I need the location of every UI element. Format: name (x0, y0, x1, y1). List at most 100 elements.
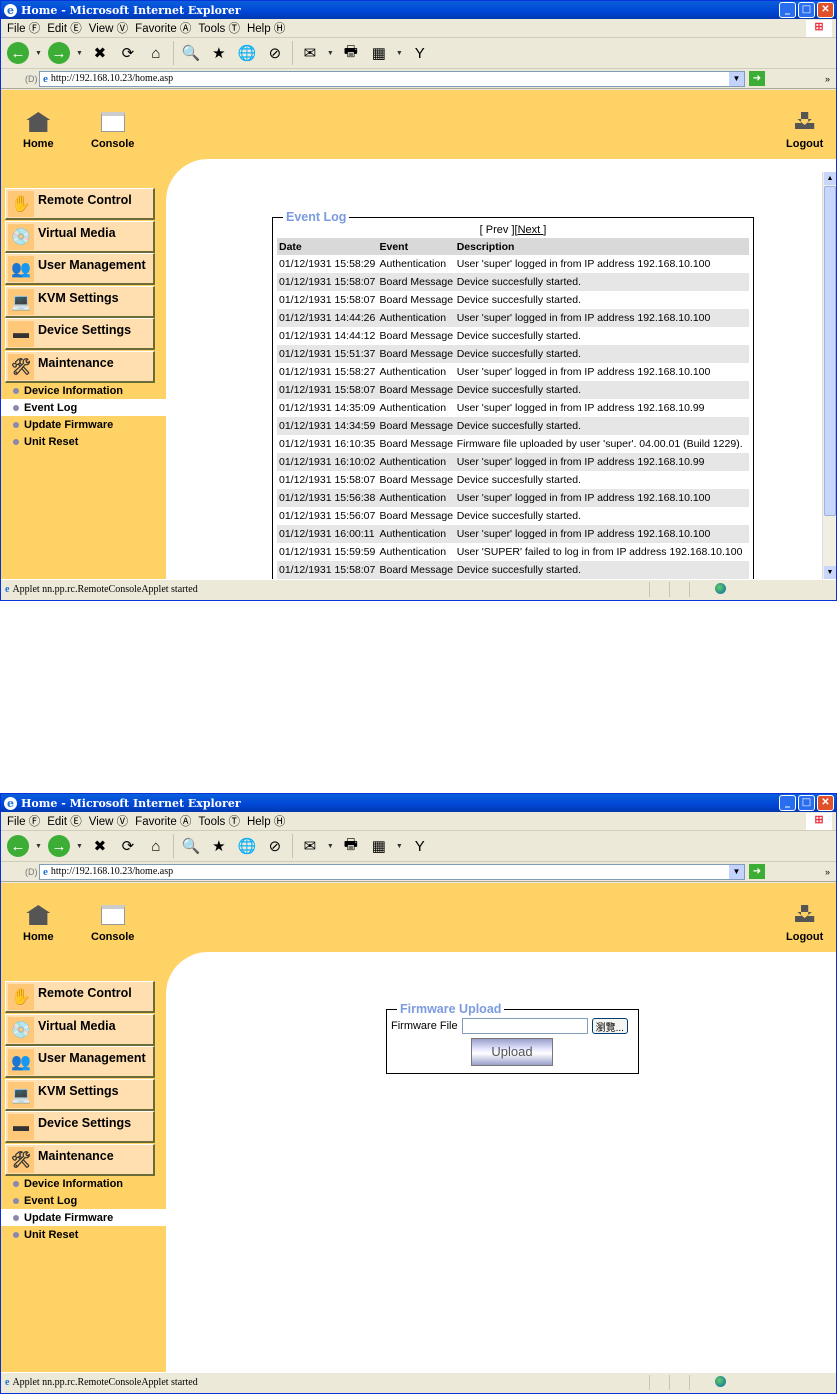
sidebar-section-button[interactable]: 💿 Virtual Media (5, 220, 155, 253)
toolbar-chevron-icon[interactable]: » (825, 867, 830, 877)
console-link[interactable]: Console (91, 112, 134, 150)
sidebar-section-button[interactable]: ▬ Device Settings (5, 1111, 155, 1144)
dropdown-arrow-icon[interactable]: ▼ (327, 50, 334, 57)
browse-button[interactable]: 瀏覽... (591, 1018, 628, 1034)
sidebar-section-button[interactable]: 🛠 Maintenance (5, 1144, 155, 1176)
home-link[interactable]: Home (23, 905, 54, 943)
search-icon[interactable]: 🔍 (180, 42, 202, 64)
print-icon[interactable]: 🖶 (340, 835, 362, 857)
search-icon[interactable]: 🔍 (180, 835, 202, 857)
sidebar-section-button[interactable]: 🛠 Maintenance (5, 351, 155, 383)
table-row: 01/12/1931 16:10:35 Board Message Firmware… (277, 435, 749, 453)
next-link[interactable]: Next (518, 224, 544, 236)
sidebar-section-button[interactable]: ✋ Remote Control (5, 981, 155, 1013)
back-icon[interactable]: ← (7, 835, 29, 857)
minimize-button[interactable]: _ (779, 795, 796, 811)
menu-item[interactable]: Help Ⓗ (247, 20, 285, 36)
home-icon[interactable]: ⌂ (145, 835, 167, 857)
scroll-up-button[interactable]: ▲ (824, 172, 836, 185)
dropdown-arrow-icon[interactable]: ▼ (76, 50, 83, 57)
vertical-scrollbar[interactable]: ▲ ▼ (822, 172, 836, 579)
sidebar-subitem[interactable]: Event Log (1, 399, 166, 416)
sidebar-section-button[interactable]: ▬ Device Settings (5, 318, 155, 351)
console-link[interactable]: Console (91, 905, 134, 943)
console-icon (100, 905, 125, 925)
dropdown-arrow-icon[interactable]: ▼ (396, 843, 403, 850)
sidebar-section-button[interactable]: 💻 KVM Settings (5, 285, 155, 318)
logout-link[interactable]: Logout (786, 905, 823, 943)
sidebar-section-button[interactable]: ✋ Remote Control (5, 188, 155, 220)
sidebar-subitem[interactable]: Device Information (1, 1175, 166, 1192)
menu-item[interactable]: View Ⓥ (89, 20, 128, 36)
window-title: Home - Microsoft Internet Explorer (21, 796, 241, 810)
sidebar-subitem[interactable]: Unit Reset (1, 1226, 166, 1243)
menu-item[interactable]: Favorite Ⓐ (135, 20, 191, 36)
stop-icon[interactable]: ✖ (89, 42, 111, 64)
edit-icon[interactable]: ▦ (368, 42, 390, 64)
scroll-down-button[interactable]: ▼ (824, 566, 836, 579)
refresh-icon[interactable]: ⟳ (117, 835, 139, 857)
menu-item[interactable]: File Ⓕ (7, 813, 40, 829)
menu-item[interactable]: Help Ⓗ (247, 813, 285, 829)
sidebar-section-button[interactable]: 💿 Virtual Media (5, 1013, 155, 1046)
address-dropdown-button[interactable]: ▼ (729, 864, 744, 879)
column-header: Date (277, 238, 378, 255)
messenger-icon[interactable]: Y (409, 835, 431, 857)
sidebar-section-button[interactable]: 💻 KVM Settings (5, 1078, 155, 1111)
mail-icon[interactable]: ✉ (299, 835, 321, 857)
print-icon[interactable]: 🖶 (340, 42, 362, 64)
address-dropdown-button[interactable]: ▼ (729, 71, 744, 86)
favorites-icon[interactable]: ★ (208, 42, 230, 64)
menu-item[interactable]: Edit Ⓔ (47, 20, 82, 36)
minimize-button[interactable]: _ (779, 2, 796, 18)
menu-item[interactable]: Favorite Ⓐ (135, 813, 191, 829)
messenger-icon[interactable]: Y (409, 42, 431, 64)
home-link[interactable]: Home (23, 112, 54, 150)
firmware-file-input[interactable] (461, 1018, 588, 1034)
dropdown-arrow-icon[interactable]: ▼ (35, 843, 42, 850)
forward-icon[interactable]: → (47, 42, 70, 64)
edit-icon[interactable]: ▦ (368, 835, 390, 857)
refresh-icon[interactable]: ⟳ (117, 42, 139, 64)
maximize-button[interactable]: □ (798, 795, 815, 811)
home-icon[interactable]: ⌂ (145, 42, 167, 64)
scroll-thumb[interactable] (824, 186, 836, 516)
stop-icon[interactable]: ✖ (89, 835, 111, 857)
menu-item[interactable]: File Ⓕ (7, 20, 40, 36)
toolbar-chevron-icon[interactable]: » (825, 74, 830, 84)
sidebar-subitem[interactable]: Unit Reset (1, 433, 166, 450)
menu-item[interactable]: Edit Ⓔ (47, 813, 82, 829)
media-icon[interactable]: 🌐 (236, 835, 258, 857)
menu-item[interactable]: Tools Ⓣ (198, 813, 240, 829)
address-input[interactable]: e http://192.168.10.23/home.asp ▼ (39, 863, 745, 880)
go-button[interactable]: ➜ (749, 864, 765, 879)
dropdown-arrow-icon[interactable]: ▼ (396, 50, 403, 57)
sidebar-subitem[interactable]: Event Log (1, 1192, 166, 1209)
favorites-icon[interactable]: ★ (208, 835, 230, 857)
history-icon[interactable]: ⊘ (264, 42, 286, 64)
sidebar-section-button[interactable]: 👥 User Management (5, 253, 155, 286)
prev-link[interactable]: [ Prev ][ (480, 224, 518, 236)
sidebar-subitem[interactable]: Update Firmware (1, 416, 166, 433)
mail-icon[interactable]: ✉ (299, 42, 321, 64)
sidebar-subitem[interactable]: Update Firmware (1, 1209, 166, 1226)
menu-item[interactable]: View Ⓥ (89, 813, 128, 829)
logout-link[interactable]: Logout (786, 112, 823, 150)
media-icon[interactable]: 🌐 (236, 42, 258, 64)
close-button[interactable]: ✕ (817, 2, 834, 18)
column-header: Description (454, 238, 749, 255)
upload-button[interactable]: Upload (471, 1038, 553, 1066)
dropdown-arrow-icon[interactable]: ▼ (76, 843, 83, 850)
sidebar-section-button[interactable]: 👥 User Management (5, 1046, 155, 1079)
back-icon[interactable]: ← (7, 42, 29, 64)
forward-icon[interactable]: → (47, 835, 70, 857)
dropdown-arrow-icon[interactable]: ▼ (327, 843, 334, 850)
history-icon[interactable]: ⊘ (264, 835, 286, 857)
menu-item[interactable]: Tools Ⓣ (198, 20, 240, 36)
maximize-button[interactable]: □ (798, 2, 815, 18)
close-button[interactable]: ✕ (817, 795, 834, 811)
address-input[interactable]: e http://192.168.10.23/home.asp ▼ (39, 70, 745, 87)
go-button[interactable]: ➜ (749, 71, 765, 86)
sidebar-subitem[interactable]: Device Information (1, 382, 166, 399)
dropdown-arrow-icon[interactable]: ▼ (35, 50, 42, 57)
